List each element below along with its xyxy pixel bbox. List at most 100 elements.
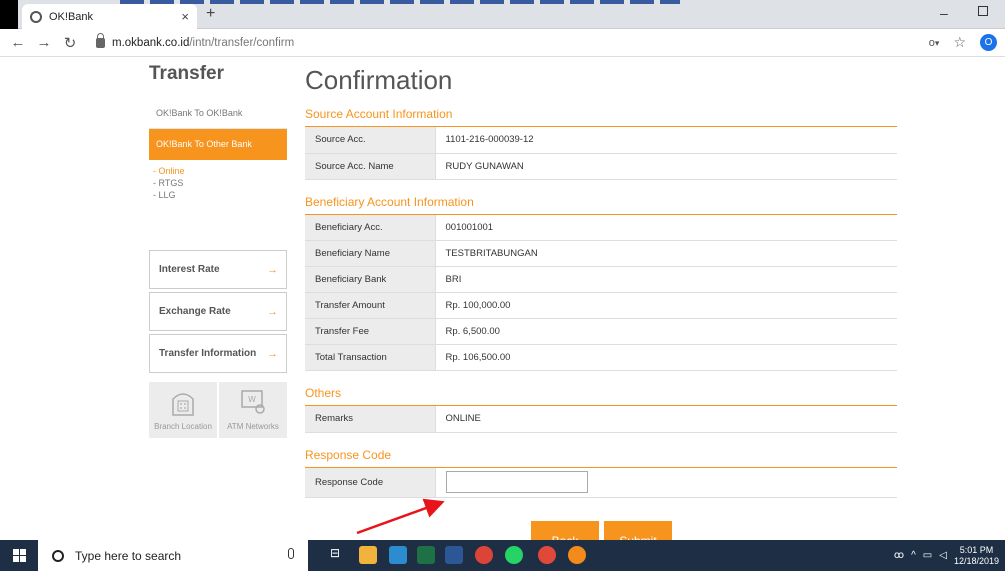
sidebar: Transfer OK!Bank To OK!Bank OK!Bank To O… <box>149 58 287 438</box>
system-tray: ꝏ ^ ▭ ◁ 5:01 PM 12/18/2019 <box>894 540 999 571</box>
table-row: Total Transaction Rp. 106,500.00 <box>305 344 897 371</box>
row-label: Transfer Fee <box>305 318 436 345</box>
response-code-table: Response Code <box>305 467 897 498</box>
network-icon[interactable]: ▭ <box>923 550 932 561</box>
back-arrow-icon[interactable]: ← <box>10 34 26 51</box>
row-label: Total Transaction <box>305 344 436 371</box>
reload-icon[interactable]: ↻ <box>62 34 78 52</box>
row-value: TESTBRITABUNGAN <box>435 240 897 267</box>
table-row: Beneficiary Name TESTBRITABUNGAN <box>305 240 897 267</box>
clock-date: 12/18/2019 <box>953 555 999 566</box>
people-icon[interactable]: ꝏ <box>894 550 904 561</box>
address-bar: ← → ↻ m.okbank.co.id/intn/transfer/confi… <box>0 29 1005 57</box>
row-value: Rp. 100,000.00 <box>435 292 897 319</box>
clock[interactable]: 5:01 PM 12/18/2019 <box>954 545 999 567</box>
table-row: Source Acc. Name RUDY GUNAWAN <box>305 153 897 180</box>
tab-title: OK!Bank <box>49 10 94 23</box>
profile-avatar[interactable]: O <box>980 34 997 51</box>
branch-location-tile[interactable]: Branch Location <box>149 382 217 438</box>
excel-icon[interactable] <box>417 546 435 564</box>
clock-time: 5:01 PM <box>959 544 994 555</box>
table-row: Remarks ONLINE <box>305 406 897 433</box>
row-value: BRI <box>435 266 897 293</box>
app-icon[interactable] <box>538 546 556 564</box>
interest-rate-button[interactable]: Interest Rate → <box>149 250 287 289</box>
branch-location-label: Branch Location <box>154 422 212 431</box>
table-row: Beneficiary Bank BRI <box>305 266 897 293</box>
forward-arrow-icon[interactable]: → <box>36 34 52 51</box>
maximize-icon[interactable] <box>978 6 988 16</box>
url-field[interactable]: m.okbank.co.id/intn/transfer/confirm <box>112 37 294 49</box>
row-value: Rp. 106,500.00 <box>435 344 897 371</box>
interest-rate-label: Interest Rate <box>159 264 220 275</box>
table-row: Response Code <box>305 467 897 498</box>
taskbar: Type here to search ⊟ ꝏ ^ ▭ ◁ 5:01 PM 12… <box>0 540 1005 571</box>
atm-networks-tile[interactable]: W ATM Networks <box>219 382 287 438</box>
arrow-right-icon: → <box>267 347 278 360</box>
tab-close-icon[interactable]: × <box>181 9 189 24</box>
windows-logo-icon <box>12 549 26 562</box>
beneficiary-table: Beneficiary Acc. 001001001 Beneficiary N… <box>305 214 897 371</box>
word-icon[interactable] <box>445 546 463 564</box>
table-row: Transfer Fee Rp. 6,500.00 <box>305 318 897 345</box>
taskbar-search[interactable]: Type here to search <box>38 540 308 571</box>
store-icon[interactable] <box>389 546 407 564</box>
exchange-rate-label: Exchange Rate <box>159 306 231 317</box>
arrow-right-icon: → <box>267 305 278 318</box>
beneficiary-section-title: Beneficiary Account Information <box>305 193 897 215</box>
page-title: Confirmation <box>305 65 453 95</box>
whatsapp-icon[interactable] <box>505 546 523 564</box>
transfer-information-label: Transfer Information <box>159 348 257 359</box>
sidebar-subitem-online[interactable]: - Online <box>153 165 287 177</box>
minimize-icon[interactable]: – <box>940 5 948 21</box>
back-button[interactable]: Back <box>531 521 599 540</box>
key-icon[interactable]: o▾ <box>929 37 940 49</box>
top-stripe <box>120 0 680 4</box>
building-icon <box>172 393 194 416</box>
star-icon[interactable]: ☆ <box>953 34 966 51</box>
search-placeholder: Type here to search <box>75 548 182 563</box>
transfer-method-list: - Online - RTGS - LLG <box>149 165 287 201</box>
new-tab-button[interactable]: + <box>206 5 215 23</box>
browser-tab[interactable]: OK!Bank × <box>22 4 197 29</box>
sidebar-item-okbank-to-other-bank[interactable]: OK!Bank To Other Bank <box>149 129 287 160</box>
speaker-icon[interactable]: ◁ <box>939 550 947 561</box>
response-code-label: Response Code <box>305 467 436 498</box>
row-label: Remarks <box>305 406 436 433</box>
response-code-section-title: Response Code <box>305 446 897 468</box>
cortana-icon <box>52 549 64 562</box>
url-path: /intn/transfer/confirm <box>189 36 295 49</box>
confirmation-panel: Confirmation Source Account Information … <box>305 58 897 498</box>
chevron-up-icon[interactable]: ^ <box>911 550 916 561</box>
row-value: 001001001 <box>435 214 897 241</box>
others-section-title: Others <box>305 384 897 406</box>
row-label: Beneficiary Name <box>305 240 436 267</box>
table-row: Source Acc. 1101-216-000039-12 <box>305 127 897 154</box>
firefox-icon[interactable] <box>568 546 586 564</box>
row-value: ONLINE <box>435 406 897 433</box>
chrome-icon[interactable] <box>475 546 493 564</box>
row-label: Source Acc. <box>305 127 436 154</box>
sidebar-subitem-llg[interactable]: - LLG <box>153 189 287 201</box>
sidebar-item-okbank-to-okbank[interactable]: OK!Bank To OK!Bank <box>149 98 287 129</box>
row-value: 1101-216-000039-12 <box>435 127 897 154</box>
windows-start-button[interactable] <box>0 540 38 571</box>
microphone-icon[interactable] <box>288 548 294 559</box>
response-code-cell <box>435 467 897 498</box>
row-label: Transfer Amount <box>305 292 436 319</box>
sidebar-subitem-rtgs[interactable]: - RTGS <box>153 177 287 189</box>
task-view-icon[interactable]: ⊟ <box>330 546 348 564</box>
browser-tab-bar: OK!Bank × + – <box>0 0 1005 29</box>
table-row: Beneficiary Acc. 001001001 <box>305 214 897 241</box>
source-account-section-title: Source Account Information <box>305 105 897 127</box>
row-value: Rp. 6,500.00 <box>435 318 897 345</box>
submit-button[interactable]: Submit <box>604 521 672 540</box>
url-host: m.okbank.co.id <box>112 36 190 49</box>
response-code-input[interactable] <box>445 471 588 494</box>
row-label: Beneficiary Bank <box>305 266 436 293</box>
globe-icon <box>30 10 42 23</box>
transfer-information-button[interactable]: Transfer Information → <box>149 334 287 373</box>
explorer-icon[interactable] <box>359 546 377 564</box>
atm-networks-label: ATM Networks <box>227 422 279 431</box>
exchange-rate-button[interactable]: Exchange Rate → <box>149 292 287 331</box>
